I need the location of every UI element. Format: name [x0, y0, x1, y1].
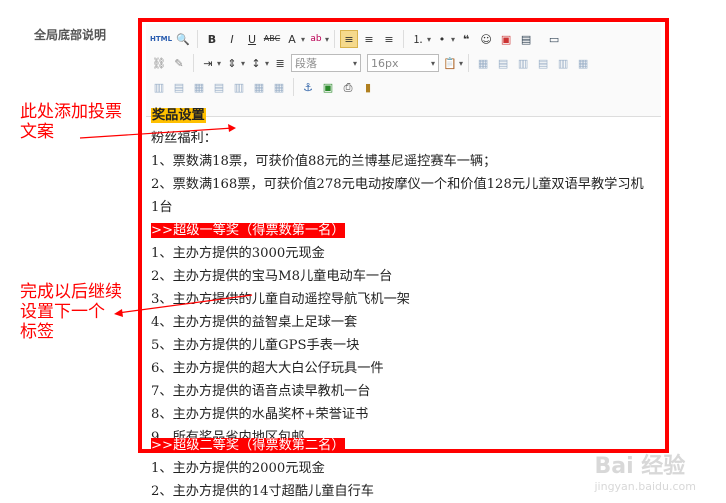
- list-item: 1、主办方提供的3000元现金: [151, 246, 325, 261]
- print-icon[interactable]: ⎙: [339, 78, 357, 96]
- align-center-button[interactable]: ≡: [360, 30, 378, 48]
- list-item: 2、主办方提供的14寸超酷儿童自行车: [151, 484, 374, 499]
- content-line: 2、票数满168票，可获价值278元电动按摩仪一个和价值128元儿童双语早教学习…: [151, 177, 644, 215]
- list-item: 4、主办方提供的益智桌上足球一套: [151, 315, 358, 330]
- ordered-list-button[interactable]: ⒈: [409, 30, 427, 48]
- search-icon[interactable]: 🔍: [174, 30, 192, 48]
- content-title: 奖品设置: [151, 108, 206, 123]
- annotation-text: 标签: [20, 322, 54, 342]
- annotation-text: 此处添加投票: [20, 102, 122, 122]
- table-icon[interactable]: ▦: [474, 54, 492, 72]
- table-delete-row-icon[interactable]: ▤: [534, 54, 552, 72]
- section-heading: >>超级二等奖（得票数第二名）: [151, 438, 345, 453]
- annotation-text: 文案: [20, 122, 54, 142]
- list-item: 5、主办方提供的儿童GPS手表一块: [151, 338, 360, 353]
- font-size-select[interactable]: 16px ▾: [367, 54, 440, 72]
- format-icon[interactable]: ≣: [271, 54, 289, 72]
- content-line: 粉丝福利：: [151, 131, 217, 146]
- emoji-icon[interactable]: ☺: [477, 30, 495, 48]
- watermark: Bai 经验 jingyan.baidu.com: [594, 448, 696, 493]
- unordered-list-button[interactable]: •: [433, 30, 451, 48]
- field-label: 全局底部说明: [34, 28, 107, 42]
- editor-content[interactable]: 奖品设置 粉丝福利： 1、票数满18票，可获价值88元的兰博基尼遥控赛车一辆； …: [151, 104, 661, 449]
- watermark-url: jingyan.baidu.com: [594, 480, 696, 493]
- paragraph-select[interactable]: 段落 ▾: [291, 54, 362, 72]
- font-color-button[interactable]: A: [283, 30, 301, 48]
- content-line: 1、票数满18票，可获价值88元的兰博基尼遥控赛车一辆；: [151, 154, 497, 169]
- cell-merge-right-icon[interactable]: ▥: [150, 78, 168, 96]
- list-item: 6、主办方提供的超大大白公仔玩具一件: [151, 361, 384, 376]
- paste-icon[interactable]: 📋: [441, 54, 459, 72]
- eraser-icon[interactable]: ✎: [170, 54, 188, 72]
- annotation-text: 设置下一个: [20, 302, 105, 322]
- cell-merge-down-icon[interactable]: ▤: [170, 78, 188, 96]
- annotation-top: 此处添加投票 文案: [20, 102, 122, 142]
- italic-button[interactable]: I: [223, 30, 241, 48]
- rich-text-editor[interactable]: HTML 🔍 B I U ABC A ▾ ab ▾ ≡ ≡ ≡ ⒈ ▾ • ▾ ❝ ☺ …: [138, 18, 669, 453]
- highlight-color-button[interactable]: ab: [307, 30, 325, 48]
- editor-content-overflow: >>超级二等奖（得票数第二名） 1、主办方提供的2000元现金 2、主办方提供的…: [151, 438, 651, 503]
- quote-button[interactable]: ❝: [457, 30, 475, 48]
- anchor-icon[interactable]: ⚓: [299, 78, 317, 96]
- list-item: 8、主办方提供的水晶奖杯+荣誉证书: [151, 407, 369, 422]
- paragraph-spacing-icon[interactable]: ↕: [247, 54, 265, 72]
- indent-icon[interactable]: ⇥: [199, 54, 217, 72]
- cell-split-row-icon[interactable]: ▤: [210, 78, 228, 96]
- table-merge-icon[interactable]: ▦: [574, 54, 592, 72]
- watermark-brand: Bai 经验: [594, 454, 686, 479]
- list-item: 3、主办方提供的儿童自动遥控导航飞机一架: [151, 292, 410, 307]
- strikethrough-button[interactable]: ABC: [263, 30, 281, 48]
- image-icon[interactable]: ▣: [497, 30, 515, 48]
- table-delete-icon[interactable]: ▦: [270, 78, 288, 96]
- table-insert-row-icon[interactable]: ▤: [494, 54, 512, 72]
- list-item: 1、主办方提供的2000元现金: [151, 461, 325, 476]
- annotation-bottom: 完成以后继续 设置下一个 标签: [20, 282, 122, 342]
- link-icon[interactable]: ⛓: [150, 54, 168, 72]
- fullscreen-icon[interactable]: ▭: [545, 30, 563, 48]
- line-height-icon[interactable]: ⇕: [223, 54, 241, 72]
- list-item: 2、主办方提供的宝马M8儿童电动车一台: [151, 269, 393, 284]
- align-left-button[interactable]: ≡: [340, 30, 359, 48]
- video-icon[interactable]: ▤: [517, 30, 535, 48]
- bold-button[interactable]: B: [203, 30, 221, 48]
- cell-split-icon[interactable]: ▦: [190, 78, 208, 96]
- underline-button[interactable]: U: [243, 30, 261, 48]
- align-right-button[interactable]: ≡: [380, 30, 398, 48]
- section-heading: >>超级一等奖（得票数第一名）: [151, 223, 345, 238]
- table-insert-col-icon[interactable]: ▥: [514, 54, 532, 72]
- list-item: 7、主办方提供的语音点读早教机一台: [151, 384, 371, 399]
- annotation-text: 完成以后继续: [20, 282, 122, 302]
- insert-image-icon[interactable]: ▣: [319, 78, 337, 96]
- html-source-button[interactable]: HTML: [150, 30, 172, 48]
- preview-icon[interactable]: ▮: [359, 78, 377, 96]
- cell-split-col-icon[interactable]: ▥: [230, 78, 248, 96]
- table-delete-col-icon[interactable]: ▥: [554, 54, 572, 72]
- cell-props-icon[interactable]: ▦: [250, 78, 268, 96]
